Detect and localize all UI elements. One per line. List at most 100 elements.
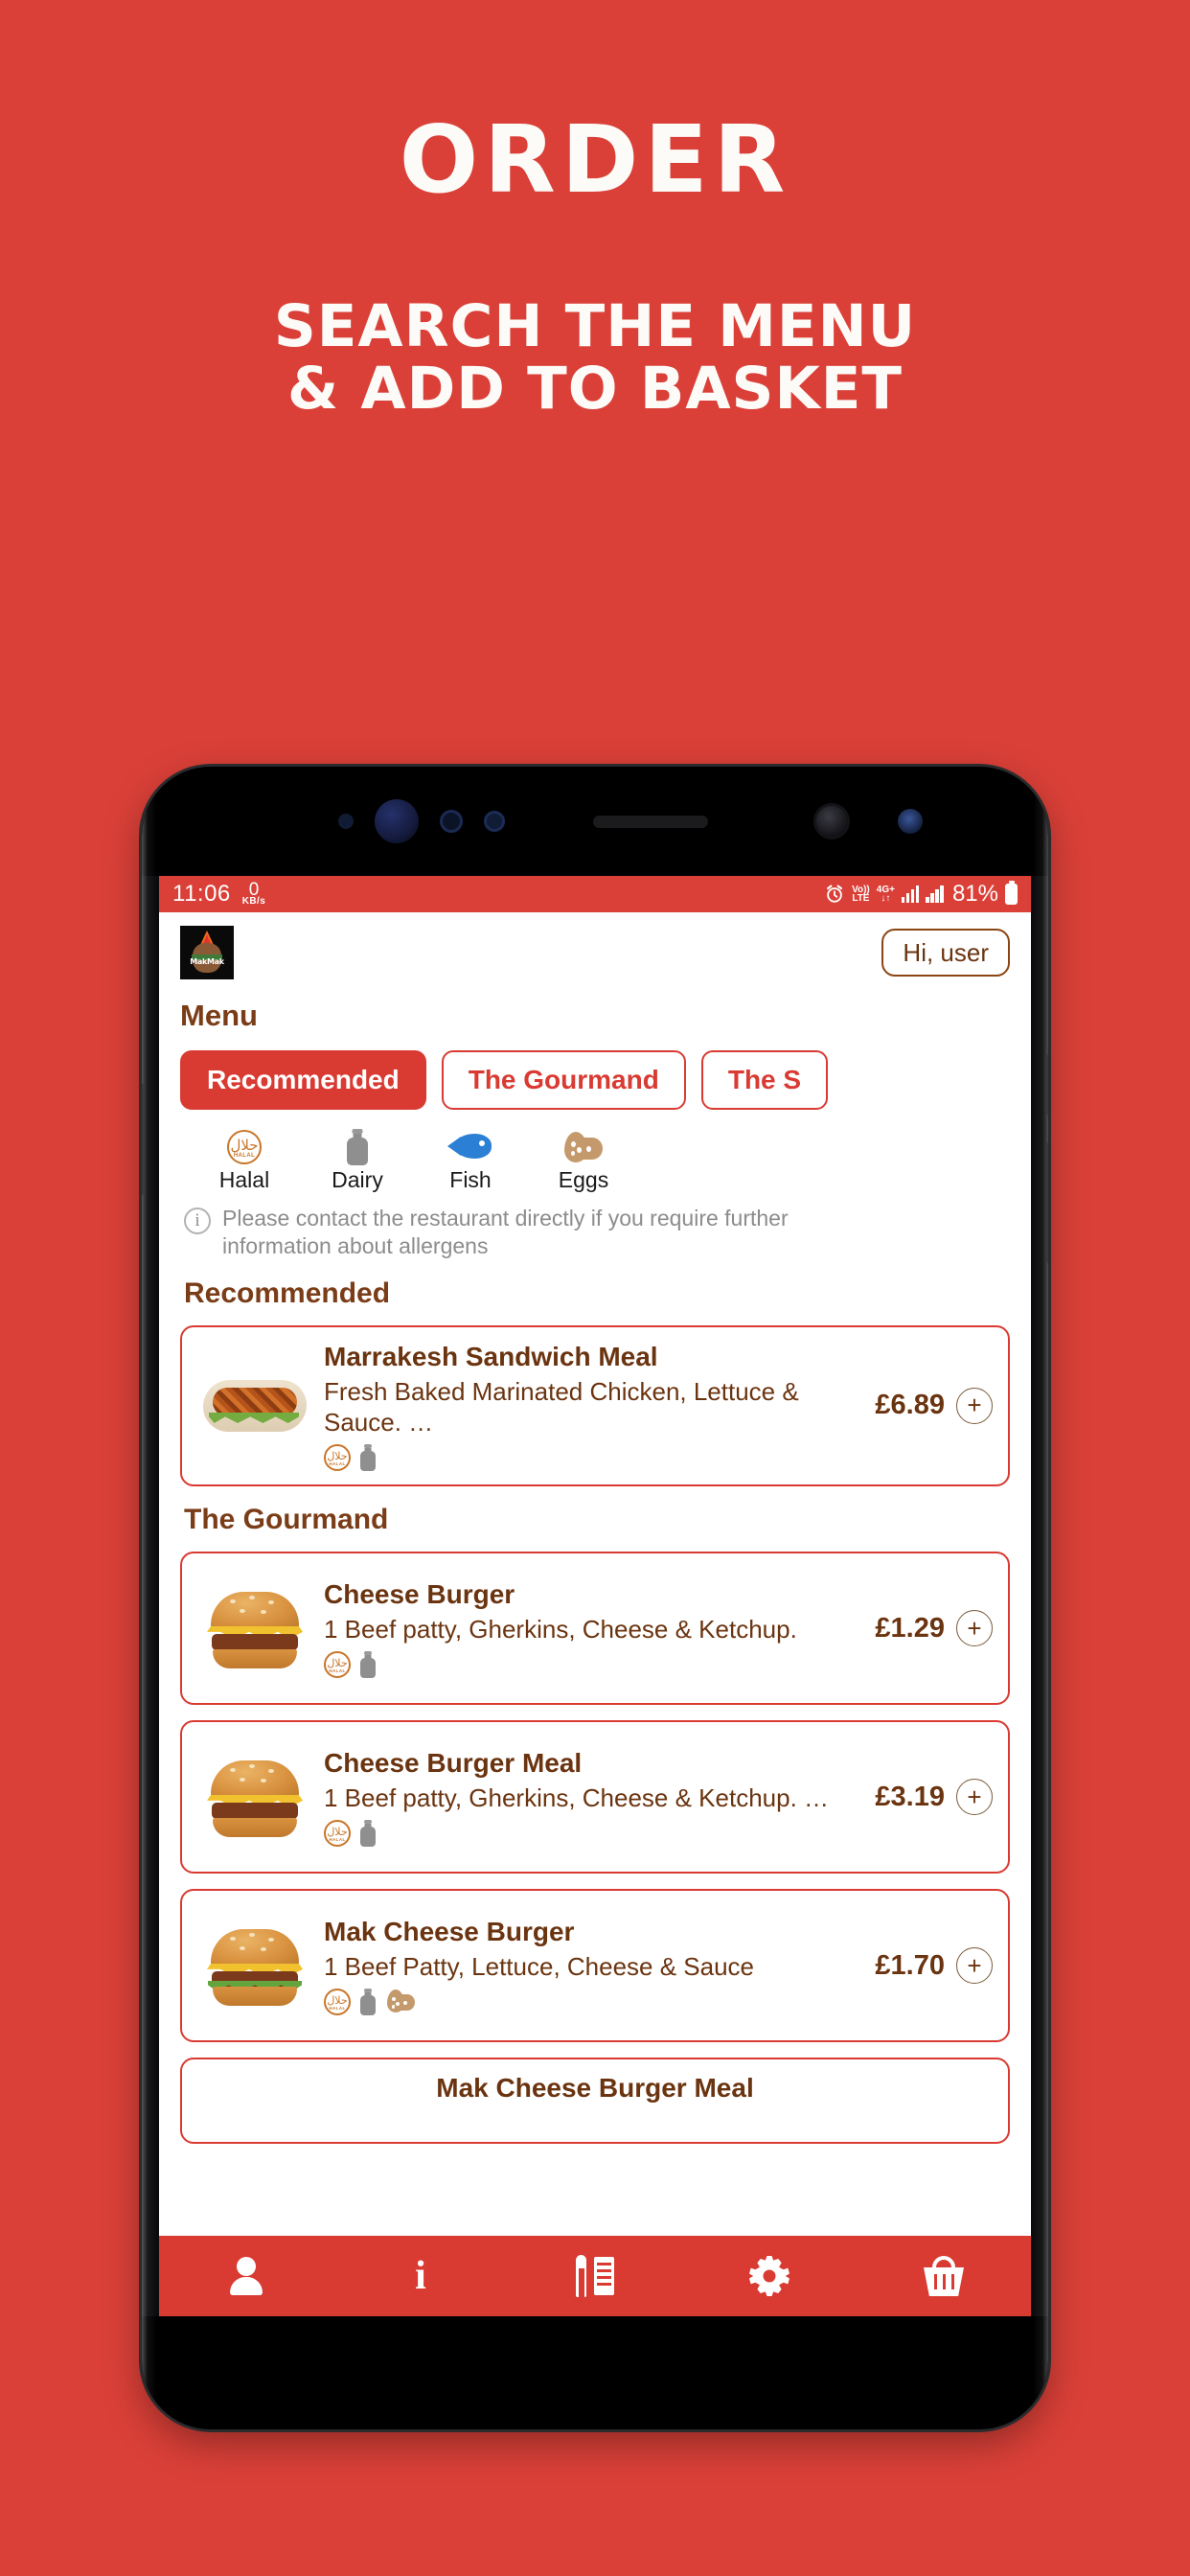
item-allergen-badges: حلال HALAL bbox=[324, 1819, 869, 1847]
legend-item-fish[interactable]: Fish bbox=[435, 1129, 506, 1193]
promo-subtitle-line1: SEARCH THE MENU bbox=[273, 292, 917, 360]
halal-icon: حلال HALAL bbox=[324, 1988, 351, 2015]
item-name: Mak Cheese Burger Meal bbox=[436, 2073, 754, 2104]
milk-bottle-icon bbox=[360, 1444, 376, 1472]
restaurant-logo[interactable]: MakMak bbox=[180, 926, 234, 979]
logo-label: MakMak bbox=[190, 957, 224, 966]
menu-item-card[interactable]: Mak Cheese Burger 1 Beef Patty, Lettuce,… bbox=[180, 1889, 1010, 2043]
nav-menu-button[interactable] bbox=[568, 2252, 622, 2300]
status-bar-icons: Vo)) LTE 4G+ ↓↑ 81% bbox=[824, 881, 1018, 908]
front-camera-icon bbox=[813, 803, 850, 840]
add-to-basket-button[interactable]: + bbox=[956, 1387, 993, 1424]
legend-label-halal: Halal bbox=[218, 1167, 270, 1192]
item-name: Mak Cheese Burger bbox=[324, 1917, 575, 1947]
greeting-button[interactable]: Hi, user bbox=[881, 929, 1010, 977]
promo-banner: ORDER SEARCH THE MENU & ADD TO BASKET bbox=[0, 0, 1190, 420]
legend-label-dairy: Dairy bbox=[332, 1167, 383, 1192]
burger-image bbox=[205, 1757, 305, 1838]
item-price: £1.29 bbox=[875, 1612, 945, 1644]
item-name: Marrakesh Sandwich Meal bbox=[324, 1341, 658, 1371]
phone-side-button-left[interactable] bbox=[142, 1083, 144, 1196]
item-price: £1.70 bbox=[875, 1949, 945, 1981]
earpiece-speaker-icon bbox=[593, 815, 708, 828]
item-thumbnail bbox=[197, 1584, 312, 1672]
burger-image bbox=[205, 1925, 305, 2007]
category-tabs[interactable]: Recommended The Gourmand The S bbox=[159, 1033, 1031, 1110]
item-thumbnail bbox=[197, 1921, 312, 2010]
item-allergen-badges: حلال HALAL bbox=[324, 1988, 869, 2015]
halal-icon: حلال HALAL bbox=[324, 1650, 351, 1678]
mobile-data-indicator: 4G+ ↓↑ bbox=[877, 885, 895, 904]
legend-item-eggs[interactable]: Eggs bbox=[548, 1129, 619, 1193]
section-heading-recommended: Recommended bbox=[184, 1276, 391, 1309]
burger-image bbox=[205, 1588, 305, 1669]
menu-item-card[interactable]: Cheese Burger 1 Beef patty, Gherkins, Ch… bbox=[180, 1552, 1010, 1706]
sensor-cluster bbox=[338, 799, 923, 843]
basket-icon bbox=[924, 2256, 964, 2296]
promo-subtitle-line2: & ADD TO BASKET bbox=[286, 354, 904, 423]
fish-icon bbox=[447, 1132, 493, 1162]
allergen-note: i Please contact the restaurant directly… bbox=[159, 1193, 1031, 1260]
menu-item-card[interactable]: Cheese Burger Meal 1 Beef patty, Gherkin… bbox=[180, 1720, 1010, 1874]
notification-led-icon bbox=[898, 809, 923, 834]
status-bar-clock: 11:06 bbox=[172, 881, 231, 907]
nav-basket-button[interactable] bbox=[917, 2252, 971, 2300]
phone-screen: 11:06 0 KB/s Vo)) LTE 4G+ ↓↑ 81% MakMak … bbox=[159, 876, 1031, 2316]
item-description: 1 Beef patty, Gherkins, Cheese & Ketchup… bbox=[324, 1614, 797, 1644]
item-price: £3.19 bbox=[875, 1781, 945, 1812]
legend-item-dairy[interactable]: Dairy bbox=[322, 1129, 393, 1193]
promo-title: ORDER bbox=[399, 105, 791, 214]
milk-bottle-icon bbox=[347, 1129, 368, 1165]
phone-side-button-right-b[interactable] bbox=[1046, 1142, 1048, 1263]
add-to-basket-button[interactable]: + bbox=[956, 1947, 993, 1985]
tab-the-s[interactable]: The S bbox=[700, 1050, 829, 1110]
halal-icon: حلال HALAL bbox=[227, 1130, 262, 1164]
bottom-navigation-bar: i bbox=[159, 2236, 1031, 2316]
nav-account-button[interactable] bbox=[219, 2252, 273, 2300]
signal-bars-sim2-icon bbox=[926, 886, 944, 903]
nav-info-button[interactable]: i bbox=[394, 2252, 447, 2300]
tab-the-gourmand[interactable]: The Gourmand bbox=[441, 1050, 686, 1110]
network-speed-unit: KB/s bbox=[241, 895, 266, 907]
menu-card-icon bbox=[576, 2255, 614, 2297]
item-allergen-badges: حلال HALAL bbox=[324, 1444, 869, 1472]
phone-mockup: 11:06 0 KB/s Vo)) LTE 4G+ ↓↑ 81% MakMak … bbox=[142, 767, 1048, 2429]
network-speed-indicator: 0 KB/s bbox=[241, 881, 266, 907]
battery-percent-label: 81% bbox=[951, 881, 998, 907]
item-thumbnail bbox=[197, 1362, 312, 1450]
item-description: 1 Beef Patty, Lettuce, Cheese & Sauce bbox=[324, 1951, 755, 1981]
add-to-basket-button[interactable]: + bbox=[956, 1610, 993, 1647]
item-description: Fresh Baked Marinated Chicken, Lettuce &… bbox=[324, 1376, 799, 1438]
milk-bottle-icon bbox=[360, 1650, 376, 1678]
halal-icon: حلال HALAL bbox=[324, 1819, 351, 1847]
menu-item-card[interactable]: Marrakesh Sandwich Meal Fresh Baked Mari… bbox=[180, 1324, 1010, 1487]
status-bar: 11:06 0 KB/s Vo)) LTE 4G+ ↓↑ 81% bbox=[159, 876, 1031, 912]
info-icon: i bbox=[415, 2254, 426, 2298]
nav-settings-button[interactable] bbox=[743, 2252, 796, 2300]
add-to-basket-button[interactable]: + bbox=[956, 1779, 993, 1816]
item-description: 1 Beef patty, Gherkins, Cheese & Ketchup… bbox=[324, 1782, 830, 1812]
sandwich-image bbox=[203, 1372, 307, 1439]
item-thumbnail bbox=[197, 1753, 312, 1841]
proximity-sensor-icon bbox=[338, 814, 354, 829]
battery-icon bbox=[1005, 884, 1018, 905]
legend-item-halal[interactable]: حلال HALAL Halal bbox=[209, 1129, 280, 1193]
legend-label-eggs: Eggs bbox=[558, 1167, 609, 1192]
promo-subtitle: SEARCH THE MENU & ADD TO BASKET bbox=[0, 292, 1190, 423]
milk-bottle-icon bbox=[360, 1819, 376, 1847]
eggs-icon bbox=[562, 1131, 605, 1163]
phone-bottom-bezel bbox=[142, 2316, 1048, 2429]
item-name: Cheese Burger bbox=[324, 1579, 515, 1610]
item-name: Cheese Burger Meal bbox=[324, 1748, 583, 1779]
phone-side-button-right-a[interactable] bbox=[1046, 1054, 1048, 1116]
person-icon bbox=[230, 2257, 263, 2295]
menu-item-card[interactable]: Mak Cheese Burger Meal bbox=[180, 2058, 1010, 2145]
legend-label-fish: Fish bbox=[449, 1167, 492, 1192]
item-price: £6.89 bbox=[875, 1390, 945, 1421]
milk-bottle-icon bbox=[360, 1988, 376, 2015]
ir-sensor-icon bbox=[484, 811, 505, 832]
allergen-note-text: Please contact the restaurant directly i… bbox=[222, 1206, 789, 1258]
tab-recommended[interactable]: Recommended bbox=[180, 1050, 426, 1110]
allergen-legend: حلال HALAL Halal Dairy Fish Eggs bbox=[159, 1110, 1031, 1193]
eggs-icon bbox=[385, 1990, 416, 2013]
